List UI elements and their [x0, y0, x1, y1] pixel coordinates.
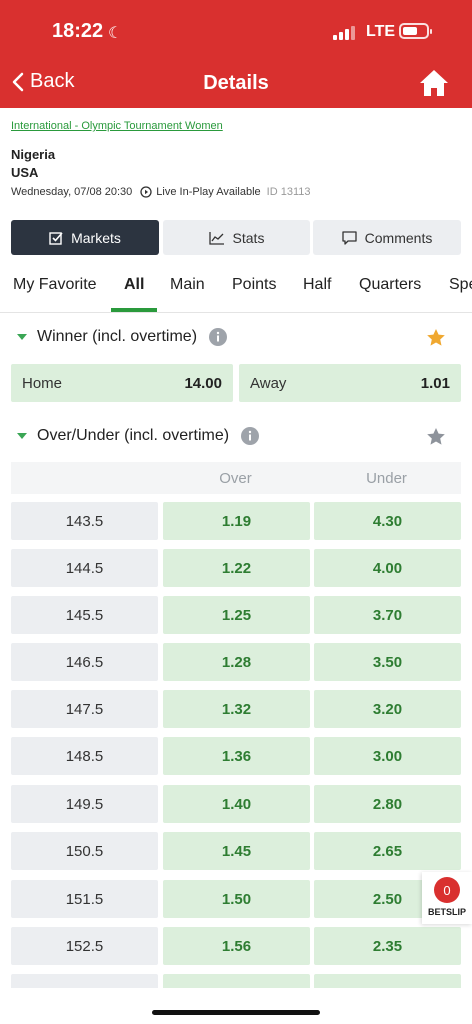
- winner-home-odds[interactable]: Home 14.00: [11, 364, 233, 402]
- ou-line: 145.5: [11, 596, 158, 634]
- ou-under-odds[interactable]: 3.20: [314, 690, 461, 728]
- segment-markets[interactable]: Markets: [11, 220, 159, 255]
- tab-half[interactable]: Half: [303, 276, 331, 294]
- winner-away-value: 1.01: [420, 374, 450, 392]
- ou-over-odds[interactable]: 1.32: [163, 690, 310, 728]
- info-icon[interactable]: [209, 328, 228, 346]
- ou-row: 145.5 1.25 3.70: [11, 596, 461, 634]
- ou-line: 143.5: [11, 502, 158, 540]
- ou-over-odds[interactable]: 1.36: [163, 737, 310, 775]
- checkbox-icon: [49, 231, 63, 245]
- favorite-star-icon[interactable]: [426, 328, 446, 347]
- moon-icon: ☾: [108, 25, 123, 42]
- play-circle-icon: [140, 186, 152, 198]
- event-meta: Wednesday, 07/08 20:30 Live In-Play Avai…: [11, 186, 311, 198]
- info-icon[interactable]: [241, 427, 260, 445]
- ou-over-odds[interactable]: 1.50: [163, 880, 310, 918]
- betslip-button[interactable]: 0 BETSLIP: [422, 872, 472, 924]
- segment-markets-label: Markets: [71, 229, 121, 246]
- ou-under-odds[interactable]: 4.00: [314, 549, 461, 587]
- tab-main[interactable]: Main: [170, 276, 205, 294]
- ou-col-under: Under: [366, 470, 407, 487]
- winner-away-odds[interactable]: Away 1.01: [239, 364, 461, 402]
- winner-market-title: Winner (incl. overtime): [37, 328, 198, 345]
- tab-points[interactable]: Points: [232, 276, 276, 294]
- ou-column-header: Over Under: [11, 462, 461, 494]
- chart-icon: [208, 231, 224, 245]
- ou-line: 148.5: [11, 737, 158, 775]
- winner-home-label: Home: [22, 374, 63, 392]
- signal-icon: [333, 24, 357, 40]
- collapse-triangle-icon[interactable]: [17, 334, 27, 340]
- ou-over-odds[interactable]: 1.56: [163, 927, 310, 965]
- ou-under-odds[interactable]: 2.35: [314, 927, 461, 965]
- ou-market-title: Over/Under (incl. overtime): [37, 427, 230, 444]
- ou-line: 151.5: [11, 880, 158, 918]
- ou-row: 143.5 1.19 4.30: [11, 502, 461, 540]
- ou-over-odds[interactable]: 1.28: [163, 643, 310, 681]
- market-tabs: My Favorite All Main Points Half Quarter…: [0, 265, 472, 313]
- ou-under-odds[interactable]: 4.30: [314, 502, 461, 540]
- segment-comments-label: Comments: [364, 229, 433, 246]
- ou-over-odds[interactable]: 1.45: [163, 832, 310, 870]
- ou-row: 150.5 1.45 2.65: [11, 832, 461, 870]
- bottom-bar: [0, 988, 472, 1024]
- ou-line: 150.5: [11, 832, 158, 870]
- active-tab-indicator: [111, 308, 157, 312]
- winner-market-header[interactable]: Winner (incl. overtime): [11, 322, 461, 352]
- collapse-triangle-icon[interactable]: [17, 433, 27, 439]
- favorite-star-icon[interactable]: [426, 427, 446, 446]
- ou-row: 148.5 1.36 3.00: [11, 737, 461, 775]
- tab-my-favorite[interactable]: My Favorite: [13, 276, 97, 294]
- app-header: 18:22 ☾ LTE Back Details: [0, 0, 472, 108]
- page-title: Details: [203, 72, 269, 94]
- ou-over-odds[interactable]: 1.19: [163, 502, 310, 540]
- live-label: Live In-Play Available: [156, 186, 261, 198]
- battery-icon: [399, 23, 432, 39]
- tab-all[interactable]: All: [124, 276, 144, 294]
- winner-away-label: Away: [250, 374, 287, 392]
- team-home: Nigeria: [11, 147, 56, 162]
- ou-col-over: Over: [219, 470, 252, 487]
- team-away: USA: [11, 165, 39, 180]
- home-icon[interactable]: [418, 68, 450, 98]
- segment-stats[interactable]: Stats: [163, 220, 310, 255]
- ou-under-odds[interactable]: 3.50: [314, 643, 461, 681]
- tab-quarters[interactable]: Quarters: [359, 276, 421, 294]
- ou-under-odds[interactable]: 3.70: [314, 596, 461, 634]
- ou-over-odds[interactable]: 1.40: [163, 785, 310, 823]
- event-id: ID 13113: [266, 186, 311, 198]
- ou-line: 144.5: [11, 549, 158, 587]
- segment-stats-label: Stats: [232, 229, 265, 246]
- event-datetime: Wednesday, 07/08 20:30: [11, 186, 133, 198]
- betslip-count: 0: [434, 877, 460, 903]
- home-indicator: [152, 1010, 320, 1015]
- status-time: 18:22: [52, 20, 104, 42]
- ou-over-odds[interactable]: 1.22: [163, 549, 310, 587]
- winner-home-value: 14.00: [184, 374, 222, 392]
- ou-under-odds[interactable]: 3.00: [314, 737, 461, 775]
- segment-comments[interactable]: Comments: [313, 220, 461, 255]
- event-info: International - Olympic Tournament Women…: [11, 120, 461, 198]
- ou-row: 147.5 1.32 3.20: [11, 690, 461, 728]
- ou-row: 149.5 1.40 2.80: [11, 785, 461, 823]
- ou-under-odds[interactable]: 2.65: [314, 832, 461, 870]
- ou-under-odds[interactable]: 2.80: [314, 785, 461, 823]
- ou-line: 146.5: [11, 643, 158, 681]
- ou-line: 147.5: [11, 690, 158, 728]
- ou-row: 152.5 1.56 2.35: [11, 927, 461, 965]
- ou-market-header[interactable]: Over/Under (incl. overtime): [11, 421, 461, 451]
- ou-row: 151.5 1.50 2.50: [11, 880, 461, 918]
- tab-specials[interactable]: Spe: [449, 276, 472, 294]
- league-link[interactable]: International - Olympic Tournament Women: [11, 120, 461, 132]
- ou-row: 146.5 1.28 3.50: [11, 643, 461, 681]
- ou-over-odds[interactable]: 1.25: [163, 596, 310, 634]
- ou-line: 149.5: [11, 785, 158, 823]
- ou-line: 152.5: [11, 927, 158, 965]
- network-type: LTE: [366, 23, 396, 40]
- comment-icon: [342, 230, 357, 245]
- betslip-label: BETSLIP: [427, 907, 466, 917]
- ou-row: 144.5 1.22 4.00: [11, 549, 461, 587]
